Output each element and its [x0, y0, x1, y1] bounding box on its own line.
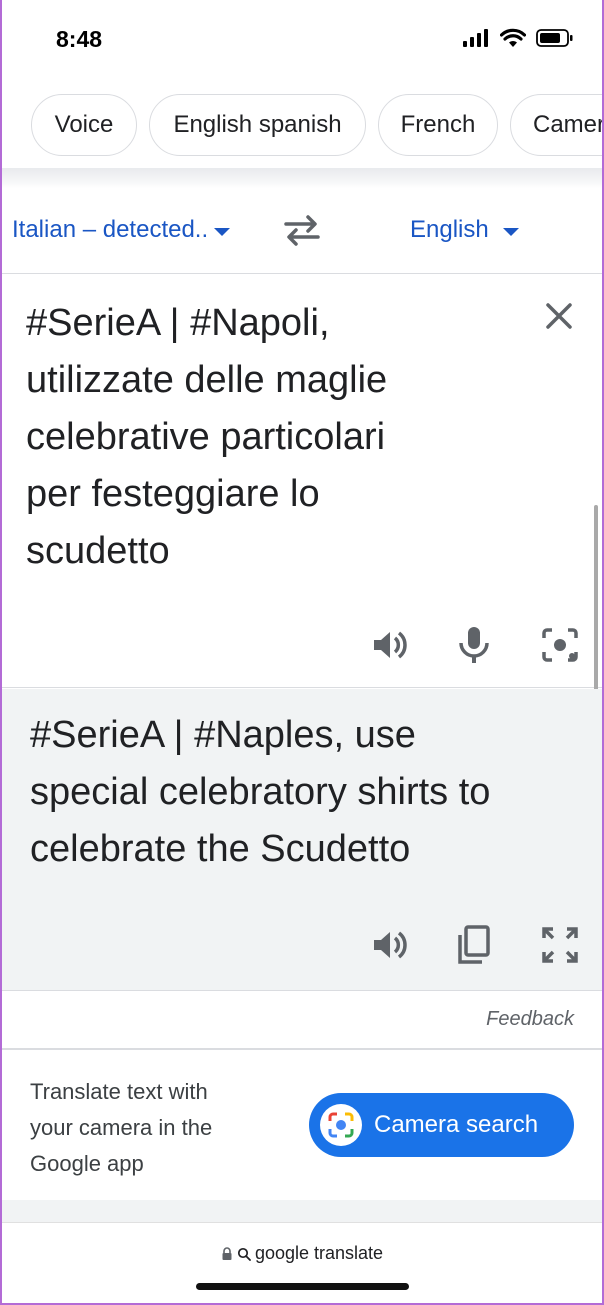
source-language-select[interactable]: Italian – detected.. — [12, 216, 231, 244]
result-line: celebrate the Scudetto — [30, 828, 411, 870]
promo-line: your camera in the — [30, 1115, 213, 1140]
source-line: celebrative particolari — [26, 416, 386, 458]
status-bar: 8:48 — [0, 0, 604, 78]
address-text-row: google translate — [0, 1243, 604, 1264]
source-line: utilizzate delle maglie — [26, 359, 388, 401]
google-lens-icon — [320, 1104, 362, 1146]
chip-french[interactable]: French — [378, 94, 498, 156]
wifi-icon — [500, 28, 526, 47]
home-indicator[interactable] — [196, 1283, 409, 1290]
source-line: scudetto — [26, 530, 170, 572]
speaker-icon[interactable] — [370, 625, 410, 665]
battery-icon — [536, 29, 573, 47]
swap-icon[interactable] — [282, 212, 322, 248]
address-bar[interactable]: google translate — [0, 1222, 604, 1305]
camera-icon[interactable] — [540, 625, 580, 665]
fullscreen-icon[interactable] — [540, 925, 580, 965]
status-icons — [462, 28, 574, 48]
lock-icon — [222, 1246, 232, 1260]
address-text: google translate — [254, 1243, 384, 1263]
camera-promo-text: Translate text with your camera in the G… — [30, 1074, 290, 1182]
promo-line: Google app — [30, 1151, 144, 1176]
chevron-down-icon — [502, 228, 519, 236]
divider — [0, 1048, 604, 1050]
camera-search-label: Camera search — [374, 1111, 539, 1138]
source-text-area[interactable]: #SerieA | #Napoli, utilizzate delle magl… — [0, 275, 604, 795]
suggestion-chips: Voice English spanish French Camera — [0, 90, 604, 160]
camera-search-button[interactable]: Camera search — [309, 1093, 574, 1157]
section-separator — [0, 1200, 604, 1222]
chip-voice[interactable]: Voice — [31, 94, 137, 156]
source-line: #SerieA | #Napoli, — [26, 302, 330, 344]
status-time: 8:48 — [56, 26, 103, 52]
chip-camera[interactable]: Camera — [510, 94, 604, 156]
cellular-signal-icon — [463, 29, 488, 47]
chevron-down-icon — [214, 228, 231, 236]
search-icon — [237, 1247, 251, 1261]
target-language-select[interactable]: English — [410, 216, 519, 244]
feedback-link[interactable]: Feedback — [486, 1008, 574, 1031]
copy-icon[interactable] — [456, 925, 492, 965]
source-language-label: Italian – detected.. — [12, 216, 209, 243]
result-line: special celebratory shirts to — [30, 771, 491, 813]
result-line: #SerieA | #Naples, use — [30, 714, 416, 756]
language-bar: Italian – detected.. English — [0, 188, 604, 274]
header-shadow — [0, 168, 604, 188]
source-text[interactable]: #SerieA | #Napoli, utilizzate delle magl… — [26, 295, 526, 580]
target-language-label: English — [410, 216, 489, 243]
close-icon[interactable] — [540, 297, 578, 335]
mic-icon[interactable] — [456, 625, 492, 665]
source-line: per festeggiare lo — [26, 473, 320, 515]
translation-text: #SerieA | #Naples, use special celebrato… — [30, 707, 580, 878]
promo-line: Translate text with — [30, 1079, 208, 1104]
translation-result-area: #SerieA | #Naples, use special celebrato… — [0, 689, 604, 991]
speaker-icon[interactable] — [370, 925, 410, 965]
chip-english-spanish[interactable]: English spanish — [149, 94, 366, 156]
